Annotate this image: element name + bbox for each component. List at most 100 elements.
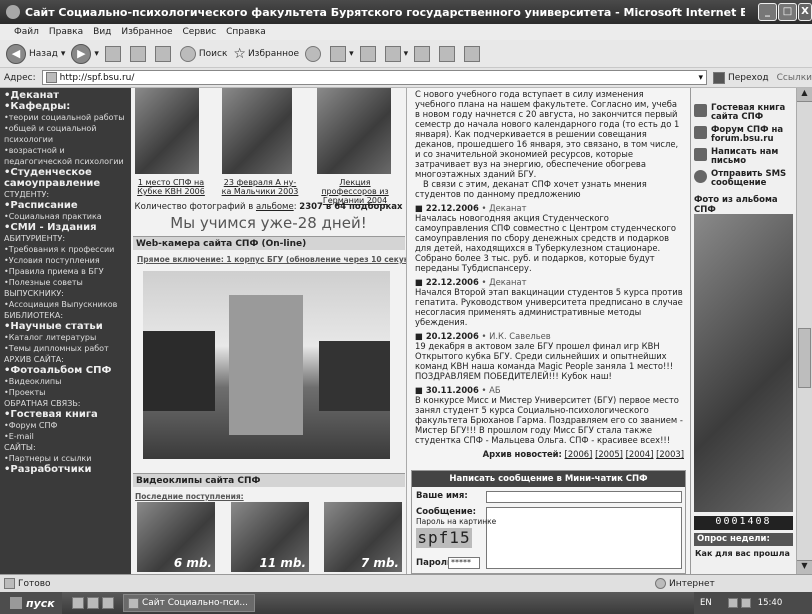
nav-item[interactable]: •Разработчики: [4, 464, 127, 475]
stop-button[interactable]: [104, 45, 124, 62]
language-indicator[interactable]: EN: [700, 598, 712, 608]
nav-item[interactable]: ВЫПУСКНИКУ:: [4, 288, 127, 299]
message-textarea[interactable]: [486, 507, 682, 569]
password-input[interactable]: *****: [448, 557, 480, 569]
photo-caption-1[interactable]: 1 место СПФ на Кубке КВН 2006: [131, 178, 211, 196]
scroll-down-arrow-icon[interactable]: ▼: [797, 560, 812, 574]
refresh-button[interactable]: [129, 45, 149, 62]
quicklaunch-media-icon[interactable]: [102, 597, 114, 609]
quicklaunch-desktop-icon[interactable]: [87, 597, 99, 609]
back-arrow-icon: ◀: [6, 43, 26, 64]
forum-link[interactable]: Форум СПФ на forum.bsu.ru: [691, 124, 796, 146]
nav-item[interactable]: •Правила приема в БГУ: [4, 266, 127, 277]
history-button[interactable]: [305, 45, 324, 62]
links-label[interactable]: Ссылки: [777, 73, 812, 83]
archive-2005[interactable]: [2005]: [595, 449, 623, 459]
nav-item[interactable]: •Ассоциация Выпускников: [4, 299, 127, 310]
close-button[interactable]: X: [798, 3, 812, 21]
forward-arrow-icon: ▶: [71, 43, 92, 64]
discuss-button[interactable]: [414, 45, 433, 62]
menu-view[interactable]: Вид: [93, 27, 111, 37]
menu-edit[interactable]: Правка: [49, 27, 83, 37]
video-thumb-3[interactable]: 7 mb.: [324, 502, 402, 572]
star-icon: ☆: [233, 45, 246, 62]
window-title-bar[interactable]: Сайт Социально-психологического факульте…: [0, 0, 812, 24]
nav-item[interactable]: •Полезные советы: [4, 277, 127, 288]
nav-item[interactable]: •Требования к профессии: [4, 244, 127, 255]
send-sms-link[interactable]: Отправить SMS сообщение: [691, 168, 796, 190]
guestbook-link[interactable]: Гостевая книга сайта СПФ: [691, 102, 796, 124]
write-letter-link[interactable]: Написать нам письмо: [691, 146, 796, 168]
go-button[interactable]: Переход: [712, 71, 769, 84]
photo-german-lecture[interactable]: [317, 88, 391, 174]
photo-caption-2[interactable]: 23 февраля А ну-ка Мальчики 2003: [219, 178, 301, 196]
start-button[interactable]: пуск: [0, 592, 62, 614]
menu-file[interactable]: Файл: [14, 27, 39, 37]
nav-item[interactable]: •Форум СПФ: [4, 420, 127, 431]
nav-item[interactable]: •общей и социальной психологии: [4, 123, 127, 145]
tray-network-icon[interactable]: [727, 598, 738, 608]
address-input[interactable]: http://spf.bsu.ru/ ▾: [41, 70, 707, 85]
vertical-scrollbar[interactable]: ▲ ▼: [796, 88, 812, 574]
minimize-button[interactable]: _: [758, 3, 777, 21]
nav-item[interactable]: •Расписание: [4, 200, 127, 211]
archive-2006[interactable]: [2006]: [565, 449, 593, 459]
nav-item[interactable]: •Гостевая книга: [4, 409, 127, 420]
nav-item[interactable]: •Темы дипломных работ: [4, 343, 127, 354]
tray-volume-icon[interactable]: [740, 598, 751, 608]
album-link[interactable]: альбоме: [256, 202, 294, 212]
nav-item[interactable]: САЙТЫ:: [4, 442, 127, 453]
video-thumb-1[interactable]: 6 mb.: [137, 502, 215, 572]
archive-2004[interactable]: [2004]: [626, 449, 654, 459]
nav-item[interactable]: •Социальная практика: [4, 211, 127, 222]
favorites-button[interactable]: ☆ Избранное: [233, 46, 299, 62]
nav-item[interactable]: АРХИВ САЙТА:: [4, 354, 127, 365]
edit-button[interactable]: ▾: [384, 45, 408, 62]
news-intro-2: В связи с этим, деканат СПФ хочет узнать…: [415, 179, 647, 199]
home-button[interactable]: [154, 45, 174, 62]
archive-2003[interactable]: [2003]: [656, 449, 684, 459]
nav-item[interactable]: •Студенческое самоуправление: [4, 167, 127, 189]
nav-item[interactable]: •Проекты: [4, 387, 127, 398]
mail-button[interactable]: ▾: [330, 45, 354, 62]
nav-item[interactable]: •Научные статьи: [4, 321, 127, 332]
scroll-thumb[interactable]: [798, 328, 811, 388]
nav-item[interactable]: •Кафедры:: [4, 101, 127, 112]
video-thumb-2[interactable]: 11 mb.: [231, 502, 309, 572]
taskbar-window-button[interactable]: Сайт Социально-пси...: [123, 594, 255, 612]
forward-button[interactable]: ▶ ▾: [71, 43, 99, 64]
nav-item[interactable]: ОБРАТНАЯ СВЯЗЬ:: [4, 398, 127, 409]
photo-february-23[interactable]: [222, 88, 292, 174]
nav-item[interactable]: •Деканат: [4, 90, 127, 101]
back-button[interactable]: ◀ Назад ▾: [6, 43, 65, 64]
nav-item[interactable]: •теории социальной работы: [4, 112, 127, 123]
nav-item[interactable]: •E-mail: [4, 431, 127, 442]
maximize-button[interactable]: □: [778, 3, 797, 21]
album-photo[interactable]: [694, 214, 793, 512]
webcam-subtitle[interactable]: Прямое включение: 1 корпус БГУ (обновлен…: [137, 255, 406, 264]
forum-icon: [694, 126, 707, 139]
nav-item[interactable]: •Видеоклипы: [4, 376, 127, 387]
nav-item[interactable]: •Каталог литературы: [4, 332, 127, 343]
name-input[interactable]: [486, 491, 682, 503]
menu-help[interactable]: Справка: [226, 27, 266, 37]
search-button[interactable]: Поиск: [179, 45, 227, 62]
print-button[interactable]: [359, 45, 379, 62]
scroll-up-arrow-icon[interactable]: ▲: [797, 88, 812, 102]
address-dropdown-icon[interactable]: ▾: [698, 73, 706, 83]
messenger-button[interactable]: [439, 45, 458, 62]
menu-tools[interactable]: Сервис: [183, 27, 217, 37]
nav-item[interactable]: •СМИ - Издания: [4, 222, 127, 233]
research-button[interactable]: [464, 45, 483, 62]
menu-favorites[interactable]: Избранное: [121, 27, 172, 37]
nav-item[interactable]: •возрастной и педагогической психологии: [4, 145, 127, 167]
nav-item[interactable]: БИБЛИОТЕКА:: [4, 310, 127, 321]
nav-item[interactable]: •Условия поступления: [4, 255, 127, 266]
photo-caption-3[interactable]: Лекция профессоров из Германии 2004: [311, 178, 399, 205]
nav-item[interactable]: •Партнеры и ссылки: [4, 453, 127, 464]
nav-item[interactable]: АБИТУРИЕНТУ:: [4, 233, 127, 244]
nav-item[interactable]: СТУДЕНТУ:: [4, 189, 127, 200]
photo-kvn-cup[interactable]: [135, 88, 199, 174]
quicklaunch-ie-icon[interactable]: [72, 597, 84, 609]
nav-item[interactable]: •Фотоальбом СПФ: [4, 365, 127, 376]
